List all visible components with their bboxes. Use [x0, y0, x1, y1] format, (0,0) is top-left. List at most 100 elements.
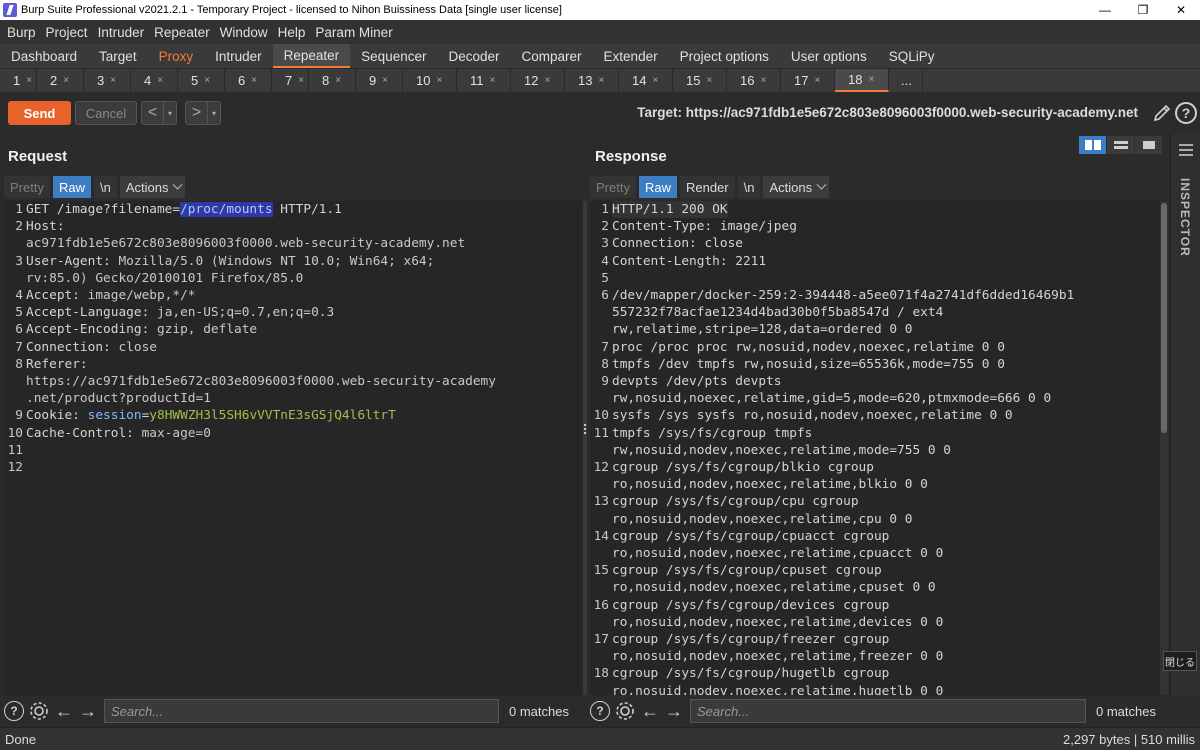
- settings-gear-icon[interactable]: [28, 700, 50, 722]
- repeater-tab-8[interactable]: 8 ×: [309, 69, 356, 92]
- request-tab-newline[interactable]: \n: [93, 176, 117, 198]
- menu-window[interactable]: Window: [215, 25, 273, 40]
- repeater-tab-12[interactable]: 12 ×: [511, 69, 565, 92]
- close-tab-icon[interactable]: ×: [868, 74, 874, 85]
- request-actions-dropdown[interactable]: Actions: [119, 176, 186, 198]
- response-editor[interactable]: 1 HTTP/1.1 200 OK 2 Content-Type: image/jpe…: [590, 201, 1160, 695]
- tab-project-options[interactable]: Project options: [669, 44, 780, 68]
- repeater-tab-10[interactable]: 10 ×: [403, 69, 457, 92]
- search-next-arrow-icon[interactable]: →: [78, 700, 98, 722]
- forward-dropdown-icon[interactable]: ▾: [208, 102, 220, 124]
- tab-user-options[interactable]: User options: [780, 44, 878, 68]
- tab-intruder[interactable]: Intruder: [204, 44, 273, 68]
- tab-dashboard[interactable]: Dashboard: [0, 44, 88, 68]
- close-tab-icon[interactable]: ×: [544, 75, 550, 86]
- repeater-tab-more[interactable]: ...: [889, 69, 923, 92]
- request-editor[interactable]: 1 GET /image?filename=/proc/mounts HTTP/1…: [4, 201, 582, 695]
- close-window-button[interactable]: ✕: [1162, 0, 1200, 20]
- repeater-tab-2[interactable]: 2 ×: [37, 69, 84, 92]
- pane-splitter[interactable]: [583, 201, 587, 695]
- help-icon[interactable]: ?: [589, 700, 611, 722]
- menu-burp[interactable]: Burp: [2, 25, 41, 40]
- menu-param-miner[interactable]: Param Miner: [310, 25, 397, 40]
- close-tab-icon[interactable]: ×: [598, 75, 604, 86]
- pencil-icon[interactable]: [1152, 103, 1172, 123]
- repeater-tab-label: 5: [191, 73, 199, 88]
- response-actions-dropdown[interactable]: Actions: [763, 176, 830, 198]
- hamburger-menu-icon[interactable]: [1179, 144, 1193, 159]
- repeater-tab-13[interactable]: 13 ×: [565, 69, 619, 92]
- repeater-tab-9[interactable]: 9 ×: [356, 69, 403, 92]
- close-tab-icon[interactable]: ×: [63, 75, 69, 86]
- tab-sqlipy[interactable]: SQLiPy: [878, 44, 946, 68]
- tab-target[interactable]: Target: [88, 44, 148, 68]
- close-tab-icon[interactable]: ×: [298, 75, 304, 86]
- close-tab-icon[interactable]: ×: [382, 75, 388, 86]
- minimize-button[interactable]: —: [1086, 0, 1124, 20]
- maximize-button[interactable]: ❐: [1124, 0, 1162, 20]
- close-tab-icon[interactable]: ×: [251, 75, 257, 86]
- repeater-tab-14[interactable]: 14 ×: [619, 69, 673, 92]
- close-tab-icon[interactable]: ×: [110, 75, 116, 86]
- response-tab-render[interactable]: Render: [679, 176, 735, 198]
- response-search-input[interactable]: Search...: [690, 699, 1086, 723]
- close-tab-icon[interactable]: ×: [814, 75, 820, 86]
- repeater-tab-4[interactable]: 4 ×: [131, 69, 178, 92]
- search-previous-arrow-icon[interactable]: ←: [640, 700, 660, 722]
- code-token: https://ac971fdb1e5e672c803e8096003f0000…: [26, 374, 496, 390]
- menu-repeater[interactable]: Repeater: [149, 25, 215, 40]
- close-tab-icon[interactable]: ×: [436, 75, 442, 86]
- close-tab-icon[interactable]: ×: [26, 75, 32, 86]
- stacked-layout-icon[interactable]: [1107, 136, 1134, 154]
- close-tab-icon[interactable]: ×: [490, 75, 496, 86]
- repeater-tab-3[interactable]: 3 ×: [84, 69, 131, 92]
- close-tab-icon[interactable]: ×: [157, 75, 163, 86]
- tabbed-layout-icon[interactable]: [1135, 136, 1162, 154]
- scrollbar-thumb[interactable]: [1161, 203, 1167, 433]
- close-tab-icon[interactable]: ×: [652, 75, 658, 86]
- response-tab-raw[interactable]: Raw: [638, 176, 677, 198]
- send-button[interactable]: Send: [8, 101, 71, 125]
- cancel-button[interactable]: Cancel: [75, 101, 137, 125]
- back-dropdown-icon[interactable]: ▾: [164, 102, 176, 124]
- tab-repeater[interactable]: Repeater: [272, 44, 351, 68]
- back-arrow-icon[interactable]: <: [142, 102, 164, 124]
- request-line: 9 Cookie: session=y8HWWZH3l5SH6vVVTnE3sGS…: [4, 407, 582, 424]
- menu-intruder[interactable]: Intruder: [93, 25, 150, 40]
- repeater-tab-15[interactable]: 15 ×: [673, 69, 727, 92]
- repeater-tab-11[interactable]: 11 ×: [457, 69, 511, 92]
- request-tab-raw[interactable]: Raw: [52, 176, 91, 198]
- tab-decoder[interactable]: Decoder: [437, 44, 510, 68]
- tab-proxy[interactable]: Proxy: [148, 44, 205, 68]
- response-tab-pretty[interactable]: Pretty: [590, 176, 636, 198]
- repeater-tab-7[interactable]: 7 ×: [272, 69, 309, 92]
- menu-project[interactable]: Project: [41, 25, 93, 40]
- search-previous-arrow-icon[interactable]: ←: [54, 700, 74, 722]
- inspector-toggle[interactable]: INSPECTOR: [1178, 178, 1192, 268]
- repeater-tab-16[interactable]: 16 ×: [727, 69, 781, 92]
- close-tab-icon[interactable]: ×: [706, 75, 712, 86]
- tab-comparer[interactable]: Comparer: [511, 44, 593, 68]
- repeater-tab-1[interactable]: 1 ×: [0, 69, 37, 92]
- request-search-input[interactable]: Search...: [104, 699, 499, 723]
- side-by-side-layout-icon[interactable]: [1079, 136, 1106, 154]
- close-tab-icon[interactable]: ×: [760, 75, 766, 86]
- repeater-tab-5[interactable]: 5 ×: [178, 69, 225, 92]
- tab-sequencer[interactable]: Sequencer: [350, 44, 437, 68]
- repeater-tab-6[interactable]: 6 ×: [225, 69, 272, 92]
- response-scrollbar[interactable]: [1160, 201, 1168, 695]
- tab-extender[interactable]: Extender: [593, 44, 669, 68]
- menu-help[interactable]: Help: [273, 25, 311, 40]
- close-tab-icon[interactable]: ×: [335, 75, 341, 86]
- repeater-tab-17[interactable]: 17 ×: [781, 69, 835, 92]
- search-next-arrow-icon[interactable]: →: [664, 700, 684, 722]
- help-icon[interactable]: ?: [1175, 102, 1197, 124]
- response-tab-newline[interactable]: \n: [737, 176, 761, 198]
- request-tab-pretty[interactable]: Pretty: [4, 176, 50, 198]
- help-icon[interactable]: ?: [3, 700, 25, 722]
- settings-gear-icon[interactable]: [614, 700, 636, 722]
- forward-arrow-icon[interactable]: >: [186, 102, 208, 124]
- line-number: 14: [593, 528, 609, 544]
- close-tab-icon[interactable]: ×: [204, 75, 210, 86]
- repeater-tab-18[interactable]: 18 ×: [835, 69, 889, 92]
